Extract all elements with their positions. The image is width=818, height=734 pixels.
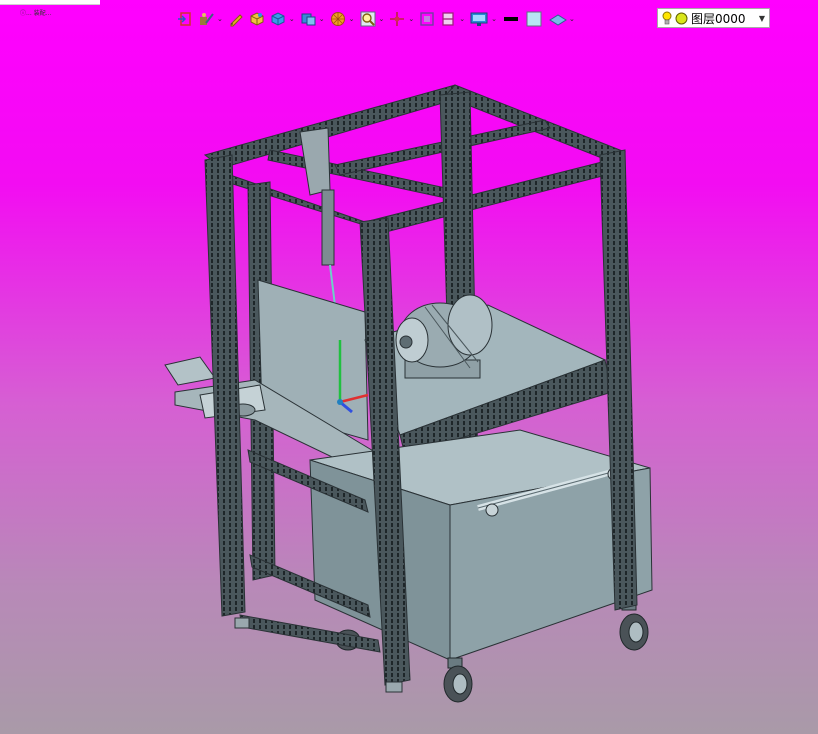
color-swatch-icon — [526, 11, 542, 27]
sketch-draw-icon — [200, 13, 214, 25]
view-orient-icon — [301, 13, 316, 26]
display-monitor-button[interactable]: ⌄ — [469, 9, 498, 29]
surface-icon — [549, 14, 567, 26]
fit-frame-icon — [420, 12, 434, 26]
chevron-down-icon[interactable]: ⌄ — [379, 15, 385, 23]
chevron-down-icon[interactable]: ⌄ — [491, 15, 497, 23]
extrude-icon — [271, 12, 285, 26]
extrude-button[interactable]: ⌄ — [269, 9, 296, 29]
chevron-down-icon[interactable]: ⌄ — [569, 15, 575, 23]
section-view-icon — [442, 12, 454, 26]
pan-axis-button[interactable]: ⌄ — [388, 9, 415, 29]
chevron-down-icon[interactable]: ⌄ — [319, 15, 325, 23]
render-style-button[interactable]: ⌄ — [329, 9, 356, 29]
sketch-draw-button[interactable]: ⌄ — [197, 9, 224, 29]
line-weight-icon — [504, 17, 518, 21]
lower-cabinet — [309, 429, 653, 661]
chevron-down-icon[interactable]: ⌄ — [289, 15, 295, 23]
pencil-button[interactable] — [227, 9, 245, 29]
solid-box-icon — [250, 12, 264, 26]
zoom-window-icon — [360, 11, 375, 27]
pan-axis-icon — [390, 12, 405, 26]
pencil-icon — [230, 14, 243, 27]
window-title: ⓘ... 装配... — [20, 10, 52, 17]
machine-assembly-model — [164, 84, 653, 703]
layer-name: 图层0000 — [691, 11, 746, 26]
window-title-strip: ⓘ... 装配... — [0, 0, 100, 17]
layer-dropdown[interactable]: 图层0000 ▼ — [657, 8, 770, 28]
chevron-down-icon[interactable]: ⌄ — [459, 15, 465, 23]
section-view-button[interactable]: ⌄ — [439, 9, 466, 29]
dropdown-arrow-icon[interactable]: ▼ — [755, 14, 769, 23]
color-swatch-button[interactable] — [524, 9, 544, 29]
surface-button[interactable]: ⌄ — [547, 9, 576, 29]
graphics-toolbar: ⌄ ⌄ ⌄ ⌄ ⌄ ⌄ ⌄ ⌄ ⌄ — [176, 8, 576, 30]
display-monitor-icon — [470, 12, 488, 26]
view-orient-button[interactable]: ⌄ — [299, 9, 326, 29]
exit-sketch-icon — [178, 12, 191, 26]
line-weight-button[interactable] — [501, 9, 521, 29]
lightbulb-icon — [662, 11, 672, 24]
zoom-window-button[interactable]: ⌄ — [359, 9, 386, 29]
fit-frame-button[interactable] — [418, 9, 436, 29]
render-ball-icon — [330, 12, 345, 26]
3d-viewport[interactable] — [0, 32, 818, 734]
solid-box-button[interactable] — [248, 9, 266, 29]
layer-dot-icon — [675, 12, 688, 24]
electric-motor — [395, 294, 493, 379]
exit-sketch-button[interactable] — [176, 9, 194, 29]
chevron-down-icon[interactable]: ⌄ — [349, 15, 355, 23]
chevron-down-icon[interactable]: ⌄ — [217, 15, 223, 23]
chevron-down-icon[interactable]: ⌄ — [408, 15, 414, 23]
